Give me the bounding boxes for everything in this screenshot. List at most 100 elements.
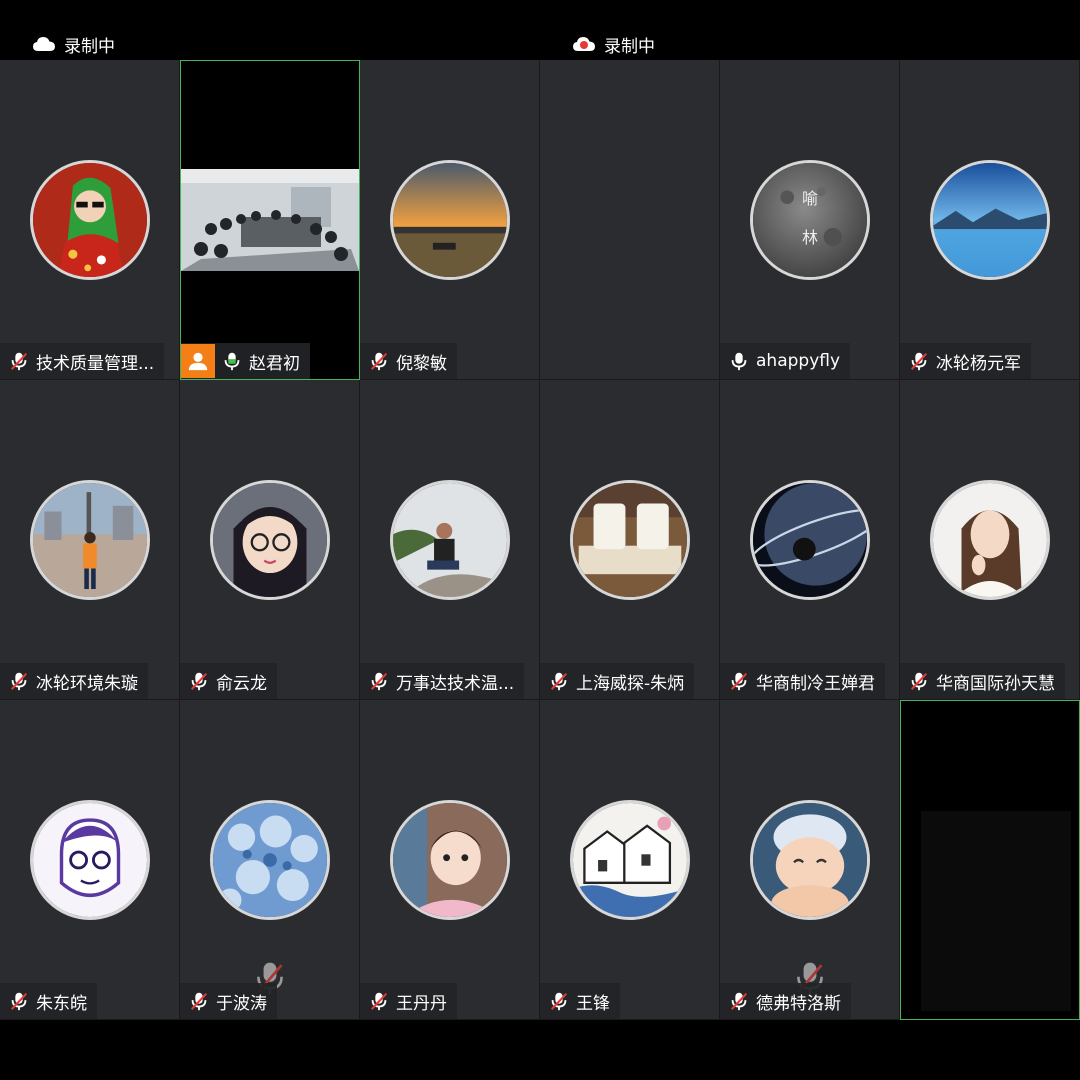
participant-name: 王丹丹 [396,993,447,1014]
cartoon-girl-avatar-icon [33,163,147,277]
participant-name-tag: 技术质量管理... [0,343,165,379]
participant-name: 倪黎敏 [396,353,447,374]
avatar [390,160,510,280]
cloud-icon [33,37,55,51]
participant-name-tag: ahappyfly [720,343,851,379]
city-square-avatar-icon [33,483,147,597]
mic-muted-icon [10,992,28,1011]
frost-avatar-icon [213,803,327,917]
participant-tile[interactable]: 王锋 [540,700,720,1020]
avatar [390,800,510,920]
recording-status-right[interactable]: 录制中 [572,28,655,60]
cloud-recording-icon [573,37,595,51]
participant-name-tag: 华商制冷王婵君 [720,663,885,699]
mic-muted-icon [190,992,208,1011]
mic-on-icon [731,352,747,371]
mic-muted-icon [190,672,208,691]
planet-avatar-icon [753,483,867,597]
participant-name-tag: 上海威探-朱炳 [540,663,695,699]
participant-name-tag: 王丹丹 [360,983,457,1019]
participant-name: 冰轮杨元军 [936,353,1021,374]
avatar [750,480,870,600]
mic-muted-icon [10,352,28,371]
participant-name-tag: 华商国际孙天慧 [900,663,1065,699]
mic-muted-icon [370,352,388,371]
person-icon [188,352,208,371]
host-badge [181,344,215,378]
mic-muted-icon [10,672,28,691]
mic-muted-icon [550,992,568,1011]
participant-tile-empty [540,60,720,380]
participant-tile[interactable]: 德弗特洛斯 [720,700,900,1020]
mic-muted-icon [910,672,928,691]
participant-name: 冰轮环境朱璇 [36,673,138,694]
participant-tile[interactable]: 冰轮环境朱璇 [0,380,180,700]
mic-muted-icon [370,672,388,691]
mic-muted-icon [730,672,748,691]
mic-active-icon [224,352,240,371]
participant-tile[interactable]: 俞云龙 [180,380,360,700]
participant-name-tag: 德弗特洛斯 [720,983,851,1019]
participant-tile[interactable]: 华商国际孙天慧 [900,380,1080,700]
participant-tile[interactable]: 上海威探-朱炳 [540,380,720,700]
anime-girl-avatar-icon [213,483,327,597]
participant-tile-active-speaker[interactable]: 赵君初 [180,60,360,380]
participant-name-tag: 倪黎敏 [360,343,457,379]
participant-grid: 技术质量管理... 赵君初 倪黎敏 喻 林 ahappyfly 冰轮杨元军 冰轮… [0,60,1080,1020]
participant-name: 技术质量管理... [36,353,155,374]
avatar [210,800,330,920]
participant-name: 华商国际孙天慧 [936,673,1055,694]
avatar [930,480,1050,600]
participant-name: 华商制冷王婵君 [756,673,875,694]
participant-name: 俞云龙 [216,673,267,694]
participant-tile[interactable]: 万事达技术温... [360,380,540,700]
avatar [30,480,150,600]
mic-muted-icon [550,672,568,691]
woman-portrait-avatar-icon [933,483,1047,597]
avatar-text: 林 [802,228,818,247]
participant-name: 德弗特洛斯 [756,993,841,1014]
video-feed [181,169,359,271]
participant-tile[interactable]: 朱东皖 [0,700,180,1020]
participant-name-tag: 俞云龙 [180,663,277,699]
participant-tile[interactable]: 华商制冷王婵君 [720,380,900,700]
participant-name: 于波涛 [216,993,267,1014]
participant-name: 朱东皖 [36,993,87,1014]
avatar [750,800,870,920]
video-feed [921,811,1071,1011]
participant-name-tag: 冰轮环境朱璇 [0,663,148,699]
sketch-village-avatar-icon [573,803,687,917]
avatar-text: 喻 [802,189,818,208]
avatar [210,480,330,600]
avatar [570,480,690,600]
participant-tile[interactable]: 王丹丹 [360,700,540,1020]
participant-name-tag: 朱东皖 [0,983,97,1019]
recording-label: 录制中 [64,36,115,57]
participant-name-tag: 赵君初 [181,343,310,379]
man-on-rock-avatar-icon [393,483,507,597]
man-sketch-avatar-icon [33,803,147,917]
participant-name: 上海威探-朱炳 [576,673,685,694]
mic-muted-icon [910,352,928,371]
participant-name: 赵君初 [249,353,300,374]
participant-tile[interactable]: 于波涛 [180,700,360,1020]
avatar: 喻 林 [750,160,870,280]
lake-avatar-icon [933,163,1047,277]
participant-tile[interactable]: 喻 林 ahappyfly [720,60,900,380]
participant-name-tag: 于波涛 [180,983,277,1019]
tea-cups-avatar-icon [573,483,687,597]
mic-muted-icon [730,992,748,1011]
recording-status-left[interactable]: 录制中 [32,28,115,60]
participant-name-tag: 王锋 [540,983,620,1019]
meeting-room-video-icon [181,169,359,271]
participant-tile-dark-video[interactable] [900,700,1080,1020]
sunset-harbor-avatar-icon [393,163,507,277]
participant-tile[interactable]: 倪黎敏 [360,60,540,380]
bun-doll-avatar-icon [753,803,867,917]
participant-tile[interactable]: 技术质量管理... [0,60,180,380]
moon-avatar-icon: 喻 林 [753,163,867,277]
participant-tile[interactable]: 冰轮杨元军 [900,60,1080,380]
avatar [390,480,510,600]
avatar [570,800,690,920]
participant-name: 王锋 [576,993,610,1014]
